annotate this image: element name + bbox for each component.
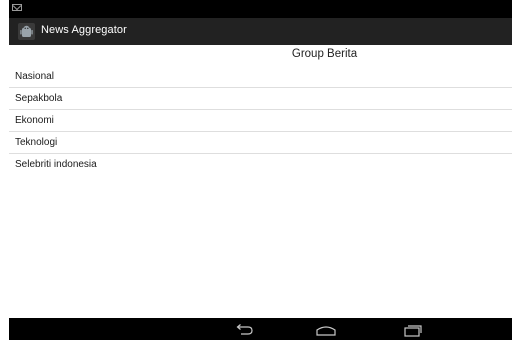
app-screen: News Aggregator Group Berita Nasional Se… [9,0,512,340]
group-header: Group Berita [291,48,358,60]
status-bar [9,0,512,18]
list-item-nasional[interactable]: Nasional [9,66,512,88]
recent-apps-icon[interactable] [401,322,423,337]
action-bar: News Aggregator [9,18,512,45]
mail-icon [12,4,22,11]
list-item-sepakbola[interactable]: Sepakbola [9,88,512,110]
app-title: News Aggregator [41,24,127,36]
navigation-bar [9,318,512,340]
list-item-selebriti-indonesia[interactable]: Selebriti indonesia [9,154,512,176]
back-icon[interactable] [233,322,255,336]
home-icon[interactable] [315,322,337,336]
android-app-icon[interactable] [18,23,35,40]
list-item-teknologi[interactable]: Teknologi [9,132,512,154]
group-list: Nasional Sepakbola Ekonomi Teknologi Sel… [9,66,512,176]
list-item-ekonomi[interactable]: Ekonomi [9,110,512,132]
